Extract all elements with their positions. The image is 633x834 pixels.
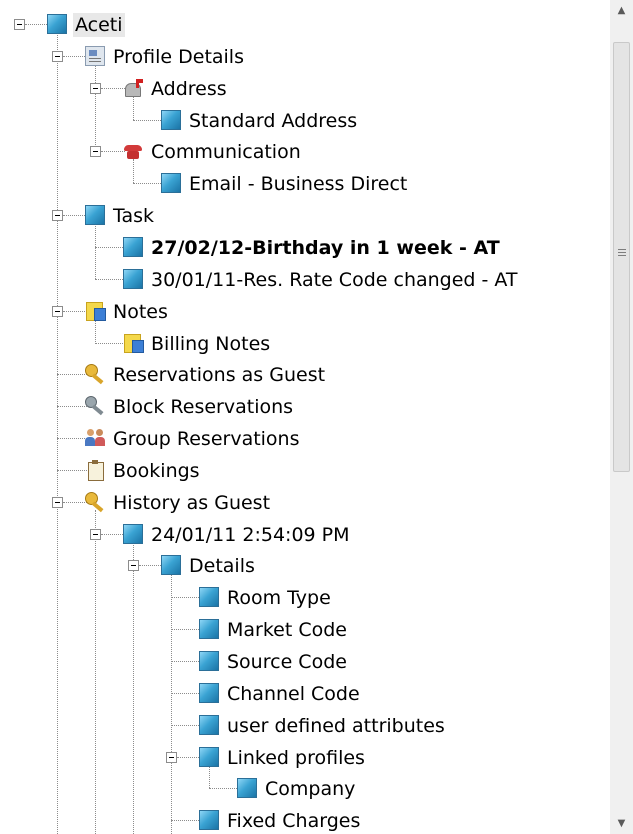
node-icon <box>85 205 105 226</box>
key-icon <box>85 491 105 512</box>
tree-node-billing[interactable]: Billing Notes <box>0 329 610 359</box>
tree-node-label: Company <box>265 778 356 801</box>
tree-node-address[interactable]: Address <box>0 74 610 104</box>
node-icon <box>199 682 219 703</box>
tree-node-label: Details <box>189 555 255 578</box>
tree-node-uda[interactable]: user defined attributes <box>0 711 610 741</box>
vertical-scrollbar[interactable]: ▲ ▼ <box>610 0 633 834</box>
tree-node-label: Group Reservations <box>113 428 300 451</box>
node-icon <box>123 523 143 544</box>
tree-node-channel[interactable]: Channel Code <box>0 679 610 709</box>
tree-node-notes[interactable]: Notes <box>0 297 610 327</box>
node-icon <box>161 109 181 130</box>
node-icon <box>161 555 181 576</box>
tree-node-label: Fixed Charges <box>227 810 361 833</box>
tree-node-res-guest[interactable]: Reservations as Guest <box>0 360 610 390</box>
node-icon <box>199 651 219 671</box>
tree-node-group[interactable]: Group Reservations <box>0 424 610 454</box>
tree-node-details[interactable]: Details <box>0 551 610 581</box>
tree-node-label: Block Reservations <box>113 396 294 419</box>
tree-node-label: Bookings <box>113 459 200 482</box>
clipboard-icon <box>85 459 105 481</box>
telephone-icon <box>123 141 143 161</box>
tree-node-label: 24/01/11 2:54:09 PM <box>151 523 350 546</box>
tree-node-history[interactable]: History as Guest <box>0 488 610 518</box>
tree-node-room[interactable]: Room Type <box>0 583 610 613</box>
tree-node-label: Task <box>113 205 155 228</box>
notes-icon <box>85 301 106 321</box>
profile-details-icon <box>85 45 105 66</box>
group-people-icon <box>85 428 105 448</box>
tree-node-block[interactable]: Block Reservations <box>0 392 610 422</box>
tree-node-source[interactable]: Source Code <box>0 647 610 677</box>
profile-tree: Aceti Profile Details Address Standard Addr… <box>0 0 610 834</box>
tree-node-label: 27/02/12-Birthday in 1 week - AT <box>151 236 500 259</box>
node-icon <box>161 173 181 194</box>
node-icon <box>123 236 143 257</box>
tree-node-hist-date[interactable]: 24/01/11 2:54:09 PM <box>0 520 610 550</box>
tree-node-task2[interactable]: 30/01/11-Res. Rate Code changed - AT <box>0 265 610 295</box>
mailbox-icon <box>123 78 143 98</box>
tree-node-label: Market Code <box>227 619 347 642</box>
tree-node-label: 30/01/11-Res. Rate Code changed - AT <box>151 268 518 291</box>
tree-node-label: Address <box>151 77 227 100</box>
tree-node-label: Standard Address <box>189 109 358 132</box>
scroll-down-arrow-icon[interactable]: ▼ <box>610 815 633 832</box>
tree-node-label: Linked profiles <box>227 746 365 769</box>
tree-node-label: Notes <box>113 300 168 323</box>
tree-node-label: Reservations as Guest <box>113 364 326 387</box>
node-icon <box>199 714 219 735</box>
block-key-icon <box>85 396 105 416</box>
tree-node-label: Source Code <box>227 651 347 673</box>
tree-node-label: Email - Business Direct <box>189 173 408 196</box>
tree-node-communication[interactable]: Communication <box>0 137 610 167</box>
tree-node-std-address[interactable]: Standard Address <box>0 106 610 136</box>
tree-node-label: Room Type <box>227 587 331 610</box>
tree-node-label: Aceti <box>73 13 125 37</box>
key-icon <box>85 364 105 385</box>
tree-node-task[interactable]: Task <box>0 201 610 231</box>
tree-node-label: Profile Details <box>113 45 244 68</box>
tree-node-market[interactable]: Market Code <box>0 615 610 645</box>
tree-node-email[interactable]: Email - Business Direct <box>0 169 610 199</box>
tree-node-company[interactable]: Company <box>0 774 610 804</box>
tree-node-label: History as Guest <box>113 491 271 514</box>
tree-node-label: user defined attributes <box>227 714 445 737</box>
node-icon <box>199 619 219 640</box>
tree-node-fixed[interactable]: Fixed Charges <box>0 806 610 834</box>
scroll-up-arrow-icon[interactable]: ▲ <box>610 2 633 19</box>
tree-node-bookings[interactable]: Bookings <box>0 456 610 486</box>
node-icon <box>199 746 219 767</box>
tree-node-label: Communication <box>151 141 301 164</box>
tree-node-label: Channel Code <box>227 682 360 705</box>
scrollbar-thumb[interactable] <box>613 42 630 472</box>
tree-node-linked[interactable]: Linked profiles <box>0 743 610 773</box>
node-icon <box>199 810 219 831</box>
scrollbar-grip-icon <box>618 249 626 258</box>
tree-node-aceti[interactable]: Aceti <box>0 10 610 40</box>
tree-node-label: Billing Notes <box>151 332 271 355</box>
node-icon <box>123 268 143 289</box>
tree-node-task1[interactable]: 27/02/12-Birthday in 1 week - AT <box>0 233 610 263</box>
node-icon <box>47 14 67 34</box>
node-icon <box>237 778 257 799</box>
node-icon <box>199 587 219 608</box>
notes-icon <box>123 333 144 353</box>
tree-node-profile[interactable]: Profile Details <box>0 42 610 72</box>
